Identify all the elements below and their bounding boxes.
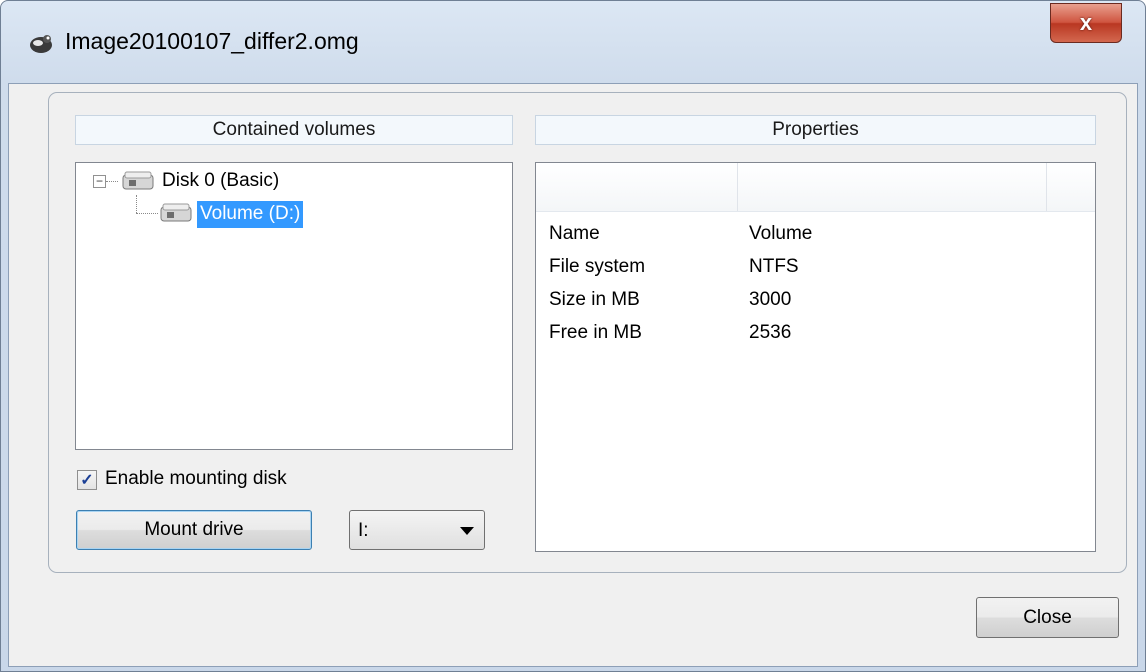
- property-value: 3000: [749, 289, 792, 310]
- drive-letter-select[interactable]: I:: [349, 510, 485, 550]
- property-name: Free in MB: [549, 322, 642, 343]
- close-button[interactable]: Close: [976, 597, 1119, 638]
- property-row[interactable]: Free in MB 2536: [536, 318, 1095, 350]
- client-area: Contained volumes Properties − Disk 0 (B…: [8, 83, 1138, 667]
- tree-connector: [136, 195, 137, 213]
- volume-tree[interactable]: − Disk 0 (Basic) Volume (D:): [75, 162, 513, 450]
- app-logo-icon: [30, 35, 52, 53]
- property-value: 2536: [749, 322, 792, 343]
- tree-item-disk[interactable]: Disk 0 (Basic): [162, 167, 279, 195]
- close-window-button[interactable]: x: [1050, 3, 1122, 43]
- properties-column-header: [536, 163, 1095, 212]
- property-value: Volume: [749, 223, 813, 244]
- chevron-down-icon: [460, 527, 474, 535]
- volume-icon: [160, 203, 192, 222]
- tree-connector: [106, 181, 118, 182]
- window-title: Image20100107_differ2.omg: [65, 28, 359, 54]
- contained-volumes-header: Contained volumes: [75, 115, 513, 145]
- tree-item-volume[interactable]: Volume (D:): [197, 200, 304, 228]
- properties-header: Properties: [535, 115, 1096, 145]
- drive-letter-value: I:: [358, 520, 369, 541]
- expander-glyph: −: [95, 174, 103, 188]
- enable-mounting-label[interactable]: Enable mounting disk: [105, 468, 287, 490]
- collapse-icon[interactable]: −: [93, 175, 106, 188]
- properties-list[interactable]: Name Volume File system NTFS Size in MB …: [535, 162, 1096, 552]
- property-row[interactable]: Size in MB 3000: [536, 285, 1095, 317]
- property-value: NTFS: [749, 256, 799, 277]
- property-name: File system: [549, 256, 646, 277]
- volume-label: Volume (D:): [197, 200, 304, 228]
- title-bar[interactable]: Image20100107_differ2.omg x: [1, 1, 1145, 83]
- column-divider: [1046, 163, 1047, 211]
- disk-icon: [122, 171, 154, 190]
- dialog-window: Image20100107_differ2.omg x Contained vo…: [0, 0, 1146, 672]
- tree-connector: [136, 213, 158, 214]
- close-icon: x: [1079, 10, 1093, 35]
- mount-drive-button[interactable]: Mount drive: [76, 510, 312, 550]
- property-row[interactable]: File system NTFS: [536, 252, 1095, 284]
- property-name: Size in MB: [549, 289, 640, 310]
- enable-mounting-checkbox[interactable]: ✓: [77, 470, 97, 490]
- check-icon: ✓: [80, 472, 94, 489]
- column-divider: [737, 163, 738, 211]
- disk-label: Disk 0 (Basic): [162, 170, 280, 191]
- property-row[interactable]: Name Volume: [536, 219, 1095, 251]
- property-name: Name: [549, 223, 600, 244]
